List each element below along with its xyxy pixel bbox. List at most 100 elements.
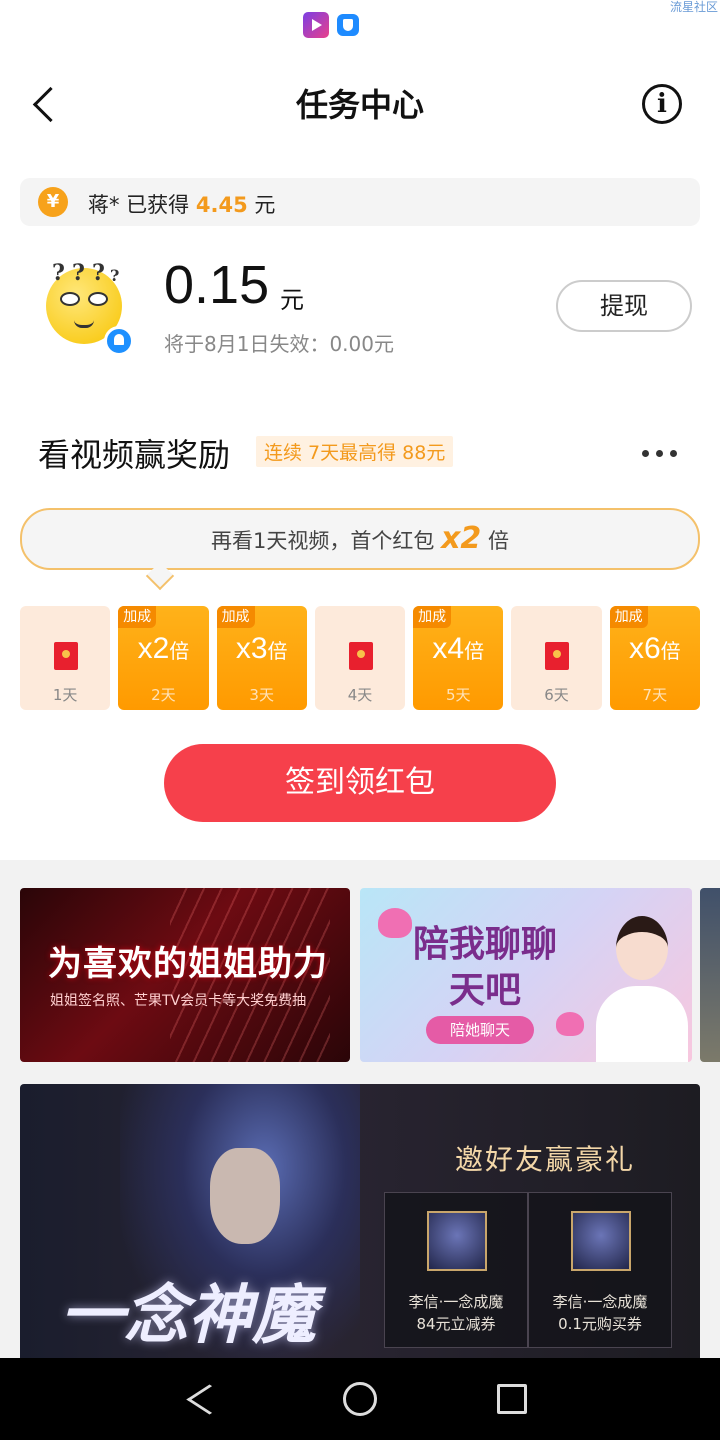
video-reward-header: 看视频赢奖励 连续 7天最高得 88元 [0,420,720,480]
watermark: 流星社区 [669,0,718,14]
banner-chat[interactable]: 陪我聊聊天吧 陪她聊天 [360,888,692,1062]
person-image [596,916,688,1062]
bonus-tag: 加成 [413,606,452,628]
day-multiplier: x2倍 [118,632,208,666]
balance-amount: 0.15 [164,255,270,315]
nav-home-icon[interactable] [343,1382,377,1416]
day-label: 4天 [347,686,373,704]
bell-icon [104,326,134,356]
info-icon[interactable]: i [642,84,682,124]
banner-title: 为喜欢的姐姐助力 [48,944,328,984]
hero-thumbnail [427,1211,487,1271]
multiplier-unit: 倍 [169,641,190,663]
more-icon[interactable] [642,450,678,460]
earned-text: 蒋* 已获得 4.45 元 [88,189,275,219]
red-envelope-icon [348,642,373,670]
banner-sister-support[interactable]: 为喜欢的姐姐助力 姐姐签名照、芒果TV会员卡等大奖免费抽 [20,888,350,1062]
more-dot [656,450,663,457]
system-nav-bar [0,1358,720,1440]
day-card-3[interactable]: 加成 x3倍 3天 [216,606,307,710]
bonus-tag: 加成 [216,606,255,628]
multiplier-value: x3 [235,632,268,665]
day-card-6[interactable]: 6天 [511,606,602,710]
day-card-1[interactable]: 1天 [20,606,111,710]
shield-app-icon [337,14,359,36]
status-icons [303,12,359,38]
more-dot [670,450,677,457]
bubble-multiplier: x2 [441,521,482,556]
video-app-icon [303,12,329,38]
bubble-suffix: 倍 [487,529,509,553]
coin-icon: ¥ [38,187,68,217]
question-mark-icon: ? [110,266,120,285]
heart-icon [556,1012,584,1036]
coupon-name: 李信·一念成魔 [408,1293,504,1311]
balance-unit: 元 [280,286,304,314]
coupon-name: 李信·一念成魔 [552,1293,648,1311]
day-card-7[interactable]: 加成 x6倍 7天 [609,606,700,710]
withdraw-button[interactable]: 提现 [556,280,692,332]
bonus-tag: 加成 [609,606,648,628]
earned-amount: 4.45 [195,193,248,217]
tip-bubble: 再看1天视频，首个红包 x2 倍 [20,508,700,570]
status-bar: 流星社区 [0,0,720,48]
day-label: 5天 [445,686,471,704]
day-label: 7天 [642,686,668,704]
bonus-tag: 加成 [118,606,157,628]
banner-title: 陪我聊聊天吧 [412,924,557,1011]
day-label: 2天 [151,686,176,704]
red-envelope-icon [54,642,78,670]
nav-back-icon[interactable] [192,1380,226,1416]
multiplier-value: x2 [137,632,170,665]
bubble-prefix: 再看1天视频，首个红包 [211,529,435,553]
avatar-eye-left [60,292,80,306]
banner-next-partial[interactable] [700,888,720,1062]
page-title: 任务中心 [295,86,424,124]
nav-bar: 任务中心 i [0,60,720,150]
day-cards-row: 1天 加成 x2倍 2天 加成 x3倍 3天 4天 加成 x4倍 5天 6天 加… [20,606,700,710]
coupon-desc: 0.1元购买券 [558,1315,642,1333]
banner-subtitle: 姐姐签名照、芒果TV会员卡等大奖免费抽 [50,993,307,1009]
coupon-card[interactable]: 李信·一念成魔 84元立减券 [384,1192,528,1348]
day-label: 1天 [52,686,78,704]
question-mark-icon: ? [52,260,65,286]
promo-banner[interactable]: 一念神魔 邀好友赢豪礼 李信·一念成魔 84元立减券 李信·一念成魔 0.1元购… [20,1084,700,1360]
day-label: 3天 [249,686,274,704]
earned-unit: 元 [254,193,276,217]
red-envelope-icon [545,642,570,670]
day-card-5[interactable]: 加成 x4倍 5天 [413,606,504,710]
promo-calligraphy: 一念神魔 [60,1278,316,1353]
hero-thumbnail [571,1211,631,1271]
day-card-4[interactable]: 4天 [314,606,406,710]
avatar-mouth [74,320,94,328]
day-multiplier: x3倍 [217,632,307,666]
hero-face-image [210,1148,280,1244]
day-multiplier: x4倍 [413,632,503,666]
day-card-2[interactable]: 加成 x2倍 2天 [118,606,209,710]
question-mark-icon: ? [72,260,85,286]
more-dot [642,450,649,457]
reward-tag: 连续 7天最高得 88元 [256,436,454,467]
coupon-desc: 84元立减券 [416,1315,496,1333]
coupon-card[interactable]: 李信·一念成魔 0.1元购买券 [528,1192,672,1348]
chat-button[interactable]: 陪她聊天 [426,1016,534,1044]
person-body [596,986,688,1062]
multiplier-unit: 倍 [660,641,681,663]
multiplier-unit: 倍 [267,641,288,663]
section-title: 看视频赢奖励 [38,436,231,474]
expire-text: 将于8月1日失效：0.00元 [164,332,394,356]
balance-section: ? ? ? ? 0.15 元 将于8月1日失效：0.00元 提现 [0,240,720,370]
signin-button[interactable]: 签到领红包 [164,744,556,822]
day-label: 6天 [544,686,569,704]
avatar-eye-right [88,292,108,306]
question-mark-icon: ? [92,260,105,286]
person-head [616,916,668,980]
earned-prefix: 蒋* 已获得 [88,193,190,217]
multiplier-value: x4 [432,632,465,665]
promo-heading: 邀好友赢豪礼 [454,1143,635,1176]
multiplier-unit: 倍 [464,641,485,663]
day-multiplier: x6倍 [610,632,700,666]
earned-banner: ¥ 蒋* 已获得 4.45 元 [20,178,700,226]
nav-recent-icon[interactable] [497,1384,527,1414]
multiplier-value: x6 [628,632,661,665]
